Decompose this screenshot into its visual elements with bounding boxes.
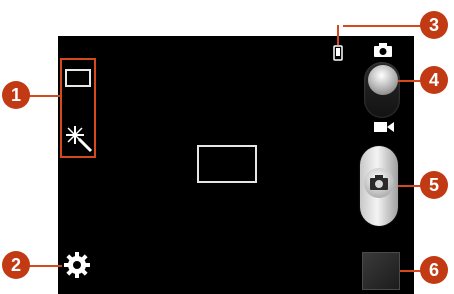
gear-icon	[64, 252, 90, 278]
camera-mode-switch-knob[interactable]	[368, 65, 398, 95]
camera-icon	[374, 43, 392, 57]
rectangle-icon	[65, 69, 91, 87]
video-camera-icon	[374, 122, 394, 132]
image-viewer-thumbnail[interactable]	[362, 252, 400, 290]
callout-line-1	[28, 95, 60, 97]
callout-6: 6	[420, 256, 448, 284]
callout-line-3-drop	[337, 25, 339, 45]
effect-button[interactable]	[62, 122, 94, 154]
callout-3: 3	[420, 11, 448, 39]
callout-5: 5	[420, 171, 448, 199]
callout-line-6	[400, 270, 422, 272]
callout-2: 2	[2, 251, 30, 279]
focus-frame	[197, 145, 257, 183]
camera-mode-label	[373, 42, 393, 58]
settings-button[interactable]	[62, 250, 92, 280]
shutter-button-center[interactable]	[364, 168, 394, 198]
callout-line-3	[343, 25, 421, 27]
storage-indicator	[333, 45, 343, 61]
phone-storage-icon	[333, 45, 343, 61]
callout-line-2	[28, 265, 62, 267]
shooting-mode-button[interactable]	[62, 62, 94, 94]
callout-1: 1	[2, 81, 30, 109]
callout-line-5	[398, 185, 422, 187]
video-mode-label	[373, 120, 395, 134]
camera-icon	[370, 175, 388, 190]
callout-line-4	[398, 80, 422, 82]
magic-wand-icon	[66, 126, 93, 153]
callout-4: 4	[420, 66, 448, 94]
